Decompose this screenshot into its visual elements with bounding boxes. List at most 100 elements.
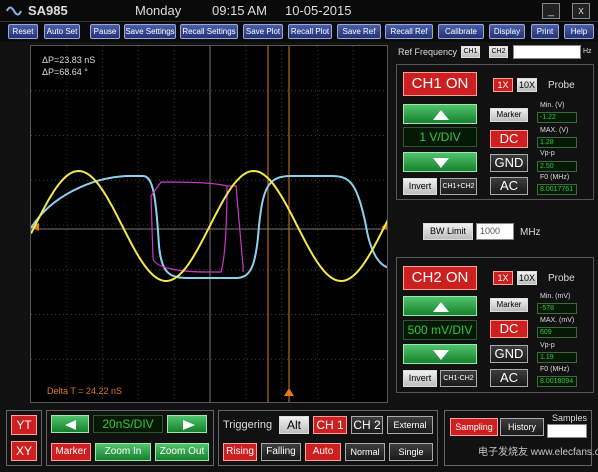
- arrow-left-icon: [65, 420, 76, 430]
- ch1-scale-up-button[interactable]: [403, 104, 477, 124]
- ch2-marker-button[interactable]: Marker: [490, 298, 528, 312]
- ch2-ac-button[interactable]: AC: [490, 369, 528, 387]
- yt-mode-button[interactable]: YT: [11, 415, 37, 435]
- xy-mode-button[interactable]: XY: [11, 441, 37, 461]
- trigger-ch2-button[interactable]: CH 2: [351, 416, 383, 434]
- toolbar-recall-ref-button[interactable]: Recall Ref: [385, 24, 433, 39]
- zoom-out-button[interactable]: Zoom Out: [155, 443, 209, 461]
- timebase-display: 20nS/DIV: [93, 415, 163, 433]
- history-button[interactable]: History: [500, 418, 544, 436]
- delta-p-phase-readout: ΔP=68.64 °: [42, 67, 88, 77]
- ref-frequency-input[interactable]: [513, 45, 581, 59]
- ref-frequency-unit: Hz: [583, 48, 592, 55]
- ch2-f0-value: 8.0018094: [537, 376, 577, 387]
- ch1-probe-label: Probe: [548, 80, 575, 91]
- trigger-alt-button[interactable]: Alt: [279, 416, 309, 434]
- toolbar-display-button[interactable]: Display: [489, 24, 525, 39]
- ch2-scale-down-button[interactable]: [403, 344, 477, 364]
- toolbar-pause-button[interactable]: Pause: [90, 24, 120, 39]
- toolbar-help-button[interactable]: Help: [564, 24, 594, 39]
- toolbar-recall-plot-button[interactable]: Recall Plot: [288, 24, 332, 39]
- scope-display: ΔP=23.83 nS ΔP=68.64 ° Delta T = 24.22 n…: [30, 45, 388, 403]
- timebase-left-button[interactable]: [51, 415, 89, 433]
- arrow-up-icon: [433, 110, 449, 120]
- ch2-gnd-button[interactable]: GND: [490, 345, 528, 363]
- arrow-up-icon: [433, 302, 449, 312]
- ch1-gnd-button[interactable]: GND: [490, 154, 528, 172]
- ch1-probe-1x-button[interactable]: 1X: [493, 78, 513, 92]
- triggering-label: Triggering: [223, 419, 273, 431]
- watermark-text: 电子发烧友 www.elecfans.com: [478, 447, 598, 458]
- ch2-vpp-value: 1.19: [537, 352, 577, 363]
- trigger-external-button[interactable]: External: [387, 416, 433, 434]
- ch1-f0-label: F0 (MHz): [540, 174, 570, 181]
- ch1-invert-button[interactable]: Invert: [403, 178, 437, 195]
- waveform-plot: [31, 46, 387, 402]
- trigger-position-marker-icon: [284, 388, 294, 396]
- samples-input[interactable]: [547, 424, 587, 438]
- trigger-rising-button[interactable]: Rising: [223, 443, 257, 461]
- ref-ch1-button[interactable]: CH1: [461, 46, 480, 58]
- bw-limit-button[interactable]: BW Limit: [423, 223, 473, 240]
- ch2-max-label: MAX. (mV): [540, 317, 575, 324]
- ch1-max-value: 1.28: [537, 137, 577, 148]
- ch2-max-value: 609: [537, 327, 577, 338]
- trigger-falling-button[interactable]: Falling: [261, 443, 301, 461]
- timebase-marker-button[interactable]: Marker: [51, 443, 91, 461]
- timebase-right-button[interactable]: [167, 415, 207, 433]
- ch1-probe-10x-button[interactable]: 10X: [517, 78, 537, 92]
- bw-limit-input[interactable]: 1000: [476, 223, 514, 240]
- trigger-ch1-button[interactable]: CH 1: [313, 416, 347, 434]
- ch1-vpp-label: Vp-p: [540, 150, 555, 157]
- ch1-on-button[interactable]: CH1 ON: [403, 72, 477, 96]
- toolbar-calibrate-button[interactable]: Calibrate: [438, 24, 484, 39]
- ch1-f0-value: 8.0017761: [537, 184, 577, 195]
- toolbar-print-button[interactable]: Print: [531, 24, 559, 39]
- ch2-vpp-label: Vp-p: [540, 342, 555, 349]
- ch1-max-label: MAX. (V): [540, 127, 569, 134]
- ch1-math-button[interactable]: CH1+CH2: [440, 178, 477, 195]
- xy-trace: [150, 181, 244, 273]
- ch1-scale-down-button[interactable]: [403, 152, 477, 172]
- ch1-min-label: Min. (V): [540, 102, 565, 109]
- ch1-marker-button[interactable]: Marker: [490, 108, 528, 122]
- arrow-down-icon: [433, 350, 449, 360]
- ref-ch2-button[interactable]: CH2: [489, 46, 508, 58]
- zoom-in-button[interactable]: Zoom In: [95, 443, 151, 461]
- ch2-f0-label: F0 (MHz): [540, 366, 570, 373]
- title-time: 09:15 AM: [212, 3, 267, 18]
- bw-limit-unit: MHz: [520, 227, 541, 238]
- ref-frequency-label: Ref Frequency: [398, 47, 458, 57]
- ch2-probe-10x-button[interactable]: 10X: [517, 271, 537, 285]
- app-title: SA985: [28, 3, 68, 18]
- ch1-dc-button[interactable]: DC: [490, 130, 528, 148]
- ch2-scale-up-button[interactable]: [403, 296, 477, 316]
- ch1-volts-div-display: 1 V/DIV: [403, 127, 477, 147]
- ch1-ac-button[interactable]: AC: [490, 177, 528, 195]
- close-button[interactable]: x: [572, 3, 590, 19]
- delta-t-readout: Delta T = 24.22 nS: [47, 386, 122, 396]
- samples-label: Samples: [552, 413, 588, 423]
- ch2-on-button[interactable]: CH2 ON: [403, 266, 477, 290]
- sampling-button[interactable]: Sampling: [450, 418, 498, 436]
- trigger-normal-button[interactable]: Normal: [345, 443, 385, 461]
- ch2-probe-1x-button[interactable]: 1X: [493, 271, 513, 285]
- app-logo-icon: [6, 6, 22, 16]
- ch2-probe-label: Probe: [548, 273, 575, 284]
- toolbar-save-ref-button[interactable]: Save Ref: [337, 24, 381, 39]
- toolbar-reset-button[interactable]: Reset: [8, 24, 38, 39]
- ch2-volts-div-display: 500 mV/DIV: [403, 320, 477, 340]
- ch2-invert-button[interactable]: Invert: [403, 370, 437, 387]
- title-day: Monday: [135, 3, 182, 18]
- title-date: 10-05-2015: [285, 3, 352, 18]
- ch2-dc-button[interactable]: DC: [490, 320, 528, 338]
- toolbar-recall-settings-button[interactable]: Recall Settings: [180, 24, 238, 39]
- toolbar-auto-set-button[interactable]: Auto Set: [44, 24, 80, 39]
- ch2-math-button[interactable]: CH1-CH2: [440, 370, 477, 387]
- arrow-down-icon: [433, 158, 449, 168]
- trigger-single-button[interactable]: Single: [389, 443, 433, 461]
- trigger-auto-button[interactable]: Auto: [305, 443, 341, 461]
- minimize-button[interactable]: _: [542, 3, 560, 19]
- toolbar-save-settings-button[interactable]: Save Settings: [124, 24, 176, 39]
- toolbar-save-plot-button[interactable]: Save Plot: [243, 24, 283, 39]
